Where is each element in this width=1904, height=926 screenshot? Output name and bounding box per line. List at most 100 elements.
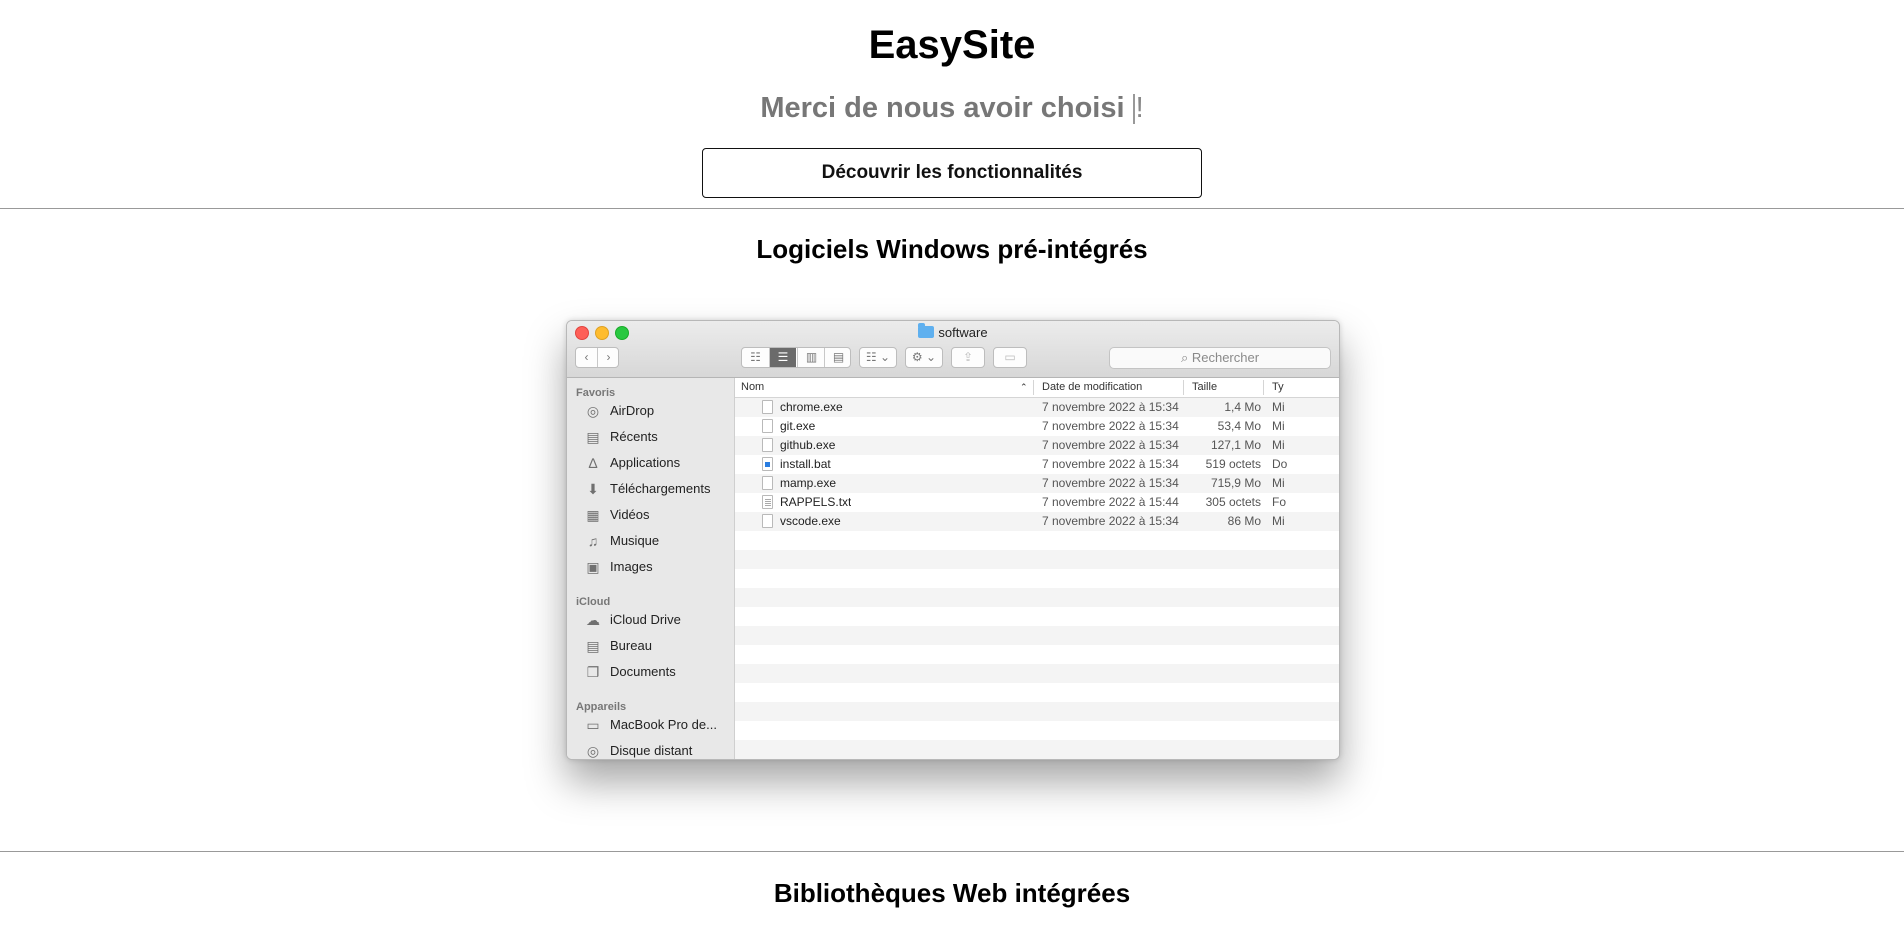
file-size: 519 octets — [1205, 457, 1261, 471]
site-title: EasySite — [868, 23, 1036, 67]
file-size: 1,4 Mo — [1224, 400, 1261, 414]
group-by-button[interactable]: ☷ ⌄ — [859, 347, 897, 368]
sidebar-item-videos[interactable]: ▦ Vidéos — [585, 505, 733, 525]
sidebar-item-music[interactable]: ♫ Musique — [585, 531, 733, 551]
section-divider — [0, 208, 1904, 209]
file-row[interactable]: RAPPELS.txt 7 novembre 2022 à 15:44 305 … — [735, 493, 1339, 512]
file-kind: Mi — [1272, 476, 1285, 490]
file-modified: 7 novembre 2022 à 15:34 — [1042, 419, 1179, 433]
sidebar-item-recents[interactable]: ▤ Récents — [585, 427, 733, 447]
column-size[interactable]: Taille — [1192, 381, 1217, 393]
window-title-text: software — [938, 325, 988, 340]
file-name: github.exe — [780, 438, 836, 452]
file-row[interactable]: mamp.exe 7 novembre 2022 à 15:34 715,9 M… — [735, 474, 1339, 493]
empty-row — [735, 531, 1339, 550]
finder-titlebar: software ‹ › ☷ ☰ ▥ ▤ ☷ ⌄ ⚙ ⌄ ⇪ ▭ ⌕ Reche… — [567, 321, 1339, 378]
tag-icon: ▭ — [1004, 350, 1016, 364]
sidebar-item-icloud-drive[interactable]: ☁ iCloud Drive — [585, 610, 733, 630]
file-icon — [762, 514, 773, 528]
disc-icon: ◎ — [586, 743, 600, 759]
recents-icon: ▤ — [586, 429, 600, 445]
file-name: install.bat — [780, 457, 831, 471]
file-list: Nom ⌃ Date de modification Taille Ty chr… — [735, 378, 1339, 759]
file-size: 127,1 Mo — [1210, 438, 1261, 452]
file-row[interactable]: github.exe 7 novembre 2022 à 15:34 127,1… — [735, 436, 1339, 455]
sidebar-item-applications[interactable]: ∆ Applications — [585, 453, 733, 473]
column-view-icon[interactable]: ▥ — [797, 348, 825, 367]
file-row[interactable]: vscode.exe 7 novembre 2022 à 15:34 86 Mo… — [735, 512, 1339, 531]
empty-row — [735, 740, 1339, 759]
file-modified: 7 novembre 2022 à 15:44 — [1042, 495, 1179, 509]
music-icon: ♫ — [587, 533, 599, 549]
sidebar-item-documents[interactable]: ❐ Documents — [585, 662, 733, 682]
icon-view-icon[interactable]: ☷ — [742, 348, 770, 367]
file-modified: 7 novembre 2022 à 15:34 — [1042, 514, 1179, 528]
column-separator — [1033, 380, 1034, 395]
column-modified[interactable]: Date de modification — [1042, 381, 1142, 393]
file-row[interactable]: chrome.exe 7 novembre 2022 à 15:34 1,4 M… — [735, 398, 1339, 417]
tags-button[interactable]: ▭ — [993, 347, 1027, 368]
empty-row — [735, 721, 1339, 740]
column-name[interactable]: Nom — [741, 381, 764, 393]
file-size: 53,4 Mo — [1217, 419, 1261, 433]
sidebar-item-remote-disc[interactable]: ◎ Disque distant — [585, 741, 733, 759]
file-name: RAPPELS.txt — [780, 495, 852, 509]
view-mode-control: ☷ ☰ ▥ ▤ — [741, 347, 851, 368]
file-row[interactable]: git.exe 7 novembre 2022 à 15:34 53,4 Mo … — [735, 417, 1339, 436]
file-name: git.exe — [780, 419, 816, 433]
sidebar-item-desktop[interactable]: ▤ Bureau — [585, 636, 733, 656]
section-divider — [0, 851, 1904, 852]
file-name: vscode.exe — [780, 514, 841, 528]
column-separator — [1263, 380, 1264, 395]
column-kind[interactable]: Ty — [1272, 381, 1284, 393]
empty-row — [735, 645, 1339, 664]
empty-row — [735, 588, 1339, 607]
bat-file-icon — [762, 457, 773, 471]
sidebar-item-images[interactable]: ▣ Images — [585, 557, 733, 577]
empty-row — [735, 569, 1339, 588]
sidebar-item-downloads[interactable]: ⬇ Téléchargements — [585, 479, 733, 499]
search-icon: ⌕ — [1180, 350, 1192, 365]
file-icon — [762, 400, 773, 414]
grid-menu-icon: ☷ ⌄ — [865, 350, 891, 364]
laptop-icon: ▭ — [586, 717, 600, 733]
file-modified: 7 novembre 2022 à 15:34 — [1042, 457, 1179, 471]
sidebar-heading-favorites: Favoris — [576, 387, 616, 399]
empty-row — [735, 702, 1339, 721]
nav-buttons: ‹ › — [575, 347, 619, 368]
empty-row — [735, 664, 1339, 683]
forward-arrow-icon[interactable]: › — [598, 348, 619, 367]
back-arrow-icon[interactable]: ‹ — [576, 348, 598, 367]
gear-icon: ⚙ ⌄ — [911, 350, 937, 364]
tagline: Merci de nous avoir choisi ! — [0, 88, 1904, 128]
folder-icon — [918, 323, 935, 338]
file-row[interactable]: install.bat 7 novembre 2022 à 15:34 519 … — [735, 455, 1339, 474]
tagline-end: ! — [1135, 92, 1144, 124]
gallery-view-icon[interactable]: ▤ — [824, 348, 852, 367]
column-separator — [1183, 380, 1184, 395]
file-kind: Mi — [1272, 419, 1285, 433]
file-name: mamp.exe — [780, 476, 837, 490]
file-size: 305 octets — [1205, 495, 1261, 509]
file-modified: 7 novembre 2022 à 15:34 — [1042, 476, 1179, 490]
desktop-icon: ▤ — [586, 638, 600, 654]
finder-window: software ‹ › ☷ ☰ ▥ ▤ ☷ ⌄ ⚙ ⌄ ⇪ ▭ ⌕ Reche… — [566, 320, 1340, 760]
search-field[interactable]: ⌕ Rechercher — [1109, 347, 1331, 369]
file-kind: Mi — [1272, 400, 1285, 414]
videos-icon: ▦ — [586, 507, 600, 523]
sidebar-heading-icloud: iCloud — [576, 596, 611, 608]
sidebar-item-airdrop[interactable]: ◎ AirDrop — [585, 401, 733, 421]
tagline-text: Merci de nous avoir choisi — [760, 92, 1133, 124]
cloud-icon: ☁ — [586, 612, 600, 628]
action-button[interactable]: ⚙ ⌄ — [905, 347, 943, 368]
sidebar-heading-devices: Appareils — [576, 701, 627, 713]
share-button[interactable]: ⇪ — [951, 347, 985, 368]
empty-row — [735, 626, 1339, 645]
file-kind: Mi — [1272, 438, 1285, 452]
documents-icon: ❐ — [586, 664, 600, 680]
libraries-section-title: Bibliothèques Web intégrées — [773, 878, 1131, 908]
camera-icon: ▣ — [586, 559, 600, 575]
sidebar-item-macbook[interactable]: ▭ MacBook Pro de... — [585, 715, 733, 735]
list-view-icon[interactable]: ☰ — [770, 348, 796, 367]
discover-features-button[interactable]: Découvrir les fonctionnalités — [702, 148, 1202, 198]
